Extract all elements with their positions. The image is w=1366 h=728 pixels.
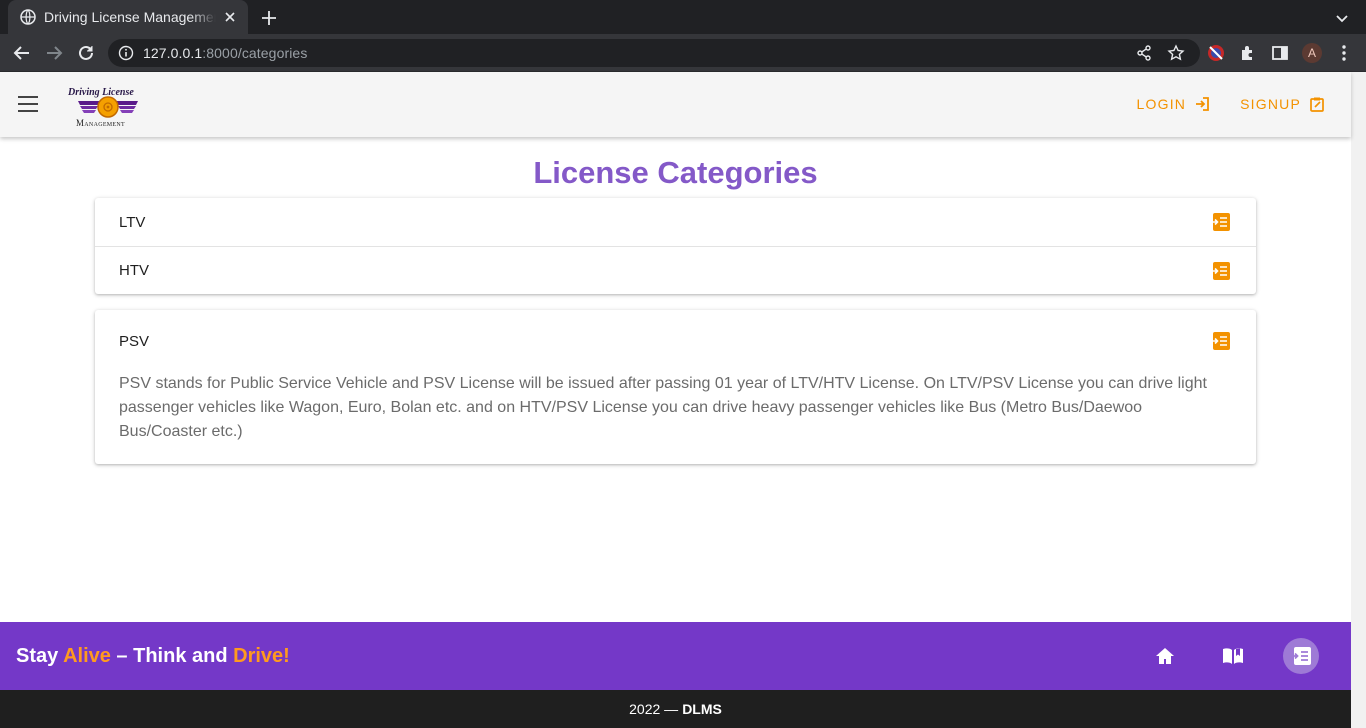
login-button[interactable]: LOGIN [1137,96,1211,112]
url-text: 127.0.0.1:8000/categories [143,45,308,61]
category-row-psv[interactable]: PSV [95,310,1256,372]
category-description: PSV stands for Public Service Vehicle an… [119,375,1207,440]
category-label: PSV [119,332,150,350]
copyright-text: 2022 — [629,701,679,717]
page-scrollbar[interactable] [1351,72,1366,728]
page-title: License Categories [533,155,818,190]
chevron-down-icon[interactable] [1334,10,1350,26]
copyright-bar: 2022 — DLMS [0,690,1351,728]
blocked-extension-icon[interactable] [1206,43,1226,63]
login-icon [1196,97,1210,111]
license-list-icon[interactable] [1210,261,1230,281]
category-row-ltv[interactable]: LTV [95,198,1256,246]
brand-name: DLMS [682,701,722,717]
site-footer: Stay Alive – Think and Drive! [0,622,1351,690]
categories-button[interactable] [1283,638,1319,674]
more-vert-icon[interactable] [1334,43,1354,63]
info-icon[interactable] [118,45,134,61]
category-card-group: LTV HTV [95,198,1256,294]
license-list-icon[interactable] [1210,331,1230,351]
profile-avatar[interactable]: A [1302,43,1322,63]
menu-icon[interactable] [18,96,38,112]
puzzle-extensions-icon[interactable] [1238,43,1258,63]
share-icon[interactable] [1135,44,1153,62]
home-icon [1156,648,1174,664]
forward-arrow-icon[interactable] [44,43,64,63]
site-logo[interactable]: Driving License Management [66,87,154,131]
browser-tab-strip: Driving License Management [0,0,1366,34]
new-tab-icon[interactable] [258,7,280,29]
address-bar[interactable]: 127.0.0.1:8000/categories [108,39,1200,67]
license-list-icon [1290,647,1311,665]
close-icon[interactable] [222,9,238,25]
side-panel-icon[interactable] [1270,43,1290,63]
book-icon [1223,648,1243,664]
page-viewport: Driving License Management LOGIN SIGNUP … [0,72,1366,728]
signup-label: SIGNUP [1240,96,1301,112]
category-label: HTV [119,262,149,279]
category-card-psv: PSV PSV stands for Public Service Vehicl… [95,310,1256,464]
reload-icon[interactable] [76,43,96,63]
back-arrow-icon[interactable] [12,43,32,63]
footer-slogan: Stay Alive – Think and Drive! [16,645,290,667]
guide-button[interactable] [1219,642,1247,670]
app-header: Driving License Management LOGIN SIGNUP [0,72,1351,137]
signup-button[interactable]: SIGNUP [1240,96,1325,112]
home-button[interactable] [1151,642,1179,670]
browser-toolbar: 127.0.0.1:8000/categories [0,34,1366,72]
globe-icon [20,9,36,25]
login-label: LOGIN [1136,96,1187,112]
license-list-icon[interactable] [1210,212,1230,232]
browser-tab[interactable]: Driving License Management [8,0,248,34]
clipboard-edit-icon [1310,97,1324,112]
category-label: LTV [119,213,146,231]
tab-title: Driving License Management [44,9,216,25]
star-icon[interactable] [1167,44,1185,62]
wheel-wings-logo-icon [78,96,138,118]
header-nav: LOGIN SIGNUP [1107,96,1325,112]
category-row-htv[interactable]: HTV [95,246,1256,294]
